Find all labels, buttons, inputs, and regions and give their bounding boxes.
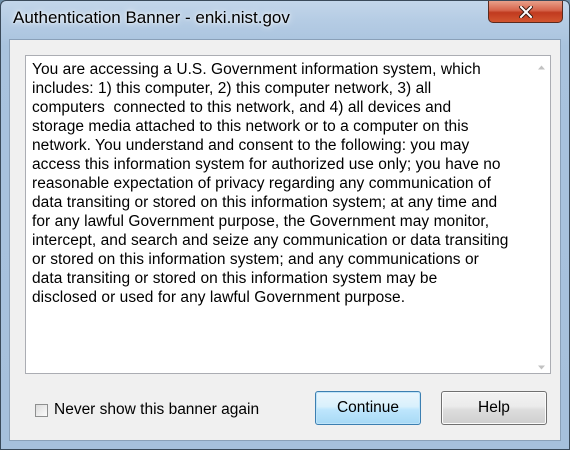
help-button[interactable]: Help — [441, 391, 547, 425]
vertical-scrollbar[interactable] — [533, 56, 550, 373]
banner-textbox[interactable]: You are accessing a U.S. Government info… — [25, 55, 551, 374]
never-show-checkbox[interactable] — [35, 403, 48, 417]
never-show-option[interactable]: Never show this banner again — [35, 400, 259, 420]
continue-button[interactable]: Continue — [315, 391, 421, 425]
dialog-body: You are accessing a U.S. Government info… — [9, 39, 561, 441]
chevron-down-icon — [538, 355, 545, 374]
banner-message: You are accessing a U.S. Government info… — [32, 61, 509, 306]
close-icon — [518, 5, 533, 18]
chevron-up-icon — [538, 55, 545, 74]
never-show-label[interactable]: Never show this banner again — [54, 401, 259, 419]
scroll-down-button[interactable] — [533, 356, 550, 373]
dialog-window: Authentication Banner - enki.nist.gov Yo… — [0, 0, 570, 450]
title-bar[interactable]: Authentication Banner - enki.nist.gov — [1, 1, 569, 39]
window-title: Authentication Banner - enki.nist.gov — [13, 8, 290, 27]
scroll-up-button[interactable] — [533, 56, 550, 73]
close-button[interactable] — [488, 1, 563, 23]
